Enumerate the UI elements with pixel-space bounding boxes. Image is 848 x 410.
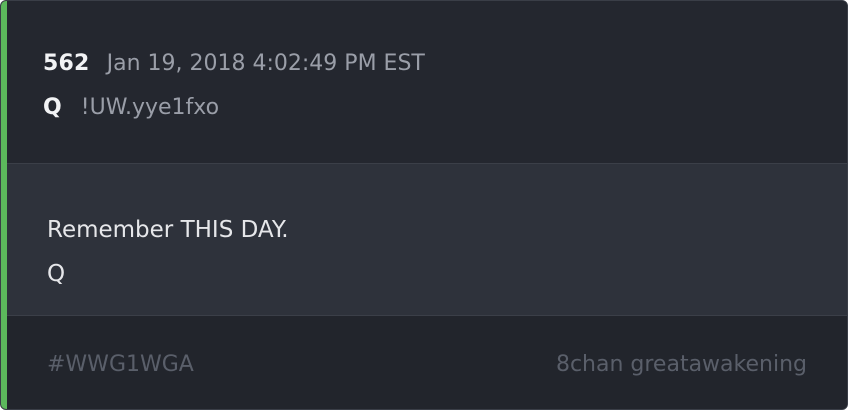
message-line: Q: [47, 261, 66, 287]
hashtag-link[interactable]: #WWG1WGA: [47, 350, 194, 380]
author-name: Q: [43, 95, 62, 120]
post-footer: #WWG1WGA 8chan greatawakening: [7, 316, 847, 409]
post-meta-row: 562 Jan 19, 2018 4:02:49 PM EST: [43, 49, 425, 80]
post-header: 562 Jan 19, 2018 4:02:49 PM EST Q !UW.yy…: [7, 1, 847, 164]
post-card: 562 Jan 19, 2018 4:02:49 PM EST Q !UW.yy…: [0, 0, 848, 410]
message-line: Remember THIS DAY.: [47, 217, 289, 243]
post-date: Jan 19, 2018 4:02:49 PM EST: [106, 51, 425, 76]
tripcode: !UW.yye1fxo: [80, 95, 220, 120]
post-body: Remember THIS DAY. Q: [7, 164, 847, 316]
source-label: 8chan greatawakening: [555, 352, 807, 377]
post-number: 562: [43, 51, 90, 76]
author-row: Q !UW.yye1fxo: [43, 93, 219, 124]
